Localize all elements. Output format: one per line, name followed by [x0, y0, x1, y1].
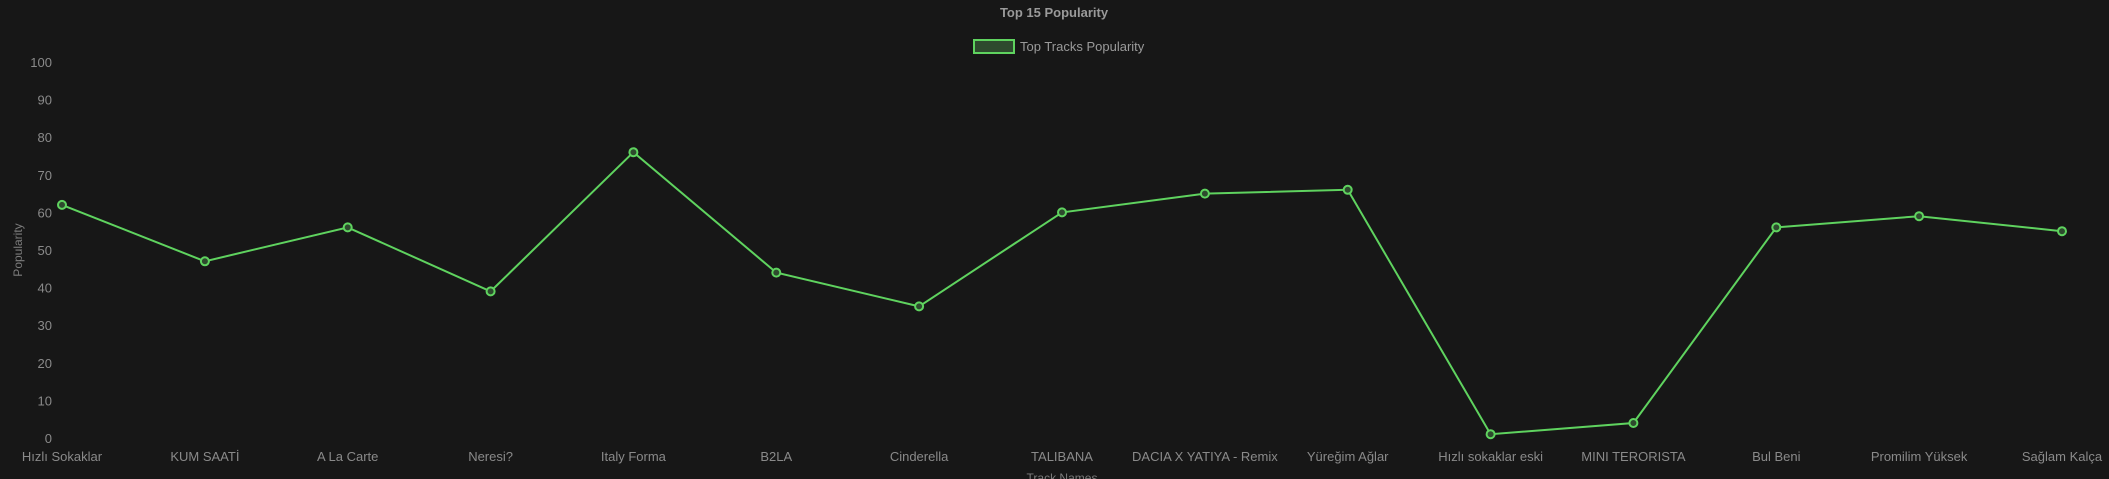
data-point[interactable] [914, 301, 925, 312]
y-tick-label: 40 [38, 281, 52, 296]
x-tick-label: Hızlı Sokaklar [22, 449, 103, 464]
x-tick-label: Neresi? [468, 449, 513, 464]
y-tick-label: 10 [38, 393, 52, 408]
x-tick-label: Italy Forma [601, 449, 667, 464]
x-tick-label: Cinderella [890, 449, 949, 464]
series-line [61, 150, 2063, 436]
data-point[interactable] [199, 256, 210, 267]
x-tick-label: A La Carte [317, 449, 378, 464]
y-tick-label: 20 [38, 356, 52, 371]
x-tick-label: Promilim Yüksek [1871, 449, 1968, 464]
x-tick-label: MINI TERORISTA [1581, 449, 1686, 464]
x-axis-title: Track Names [1027, 471, 1098, 479]
data-point[interactable] [628, 147, 639, 158]
chart-title: Top 15 Popularity [1000, 5, 1109, 20]
x-tick-label: Sağlam Kalça [2022, 449, 2103, 464]
data-point[interactable] [1771, 222, 1782, 233]
x-axis: Hızlı Sokaklar KUM SAATİ A La Carte Neresi?… [22, 449, 2103, 464]
data-point[interactable] [1199, 188, 1210, 199]
data-point[interactable] [485, 286, 496, 297]
data-point[interactable] [1057, 207, 1067, 218]
data-point[interactable] [1485, 429, 1496, 440]
x-tick-label: B2LA [760, 449, 792, 464]
y-axis: 0 10 20 30 40 50 60 70 80 90 100 [30, 55, 52, 446]
y-axis-title: Popularity [11, 223, 25, 276]
legend-swatch [973, 39, 1015, 54]
y-tick-label: 70 [38, 168, 52, 183]
y-tick-label: 90 [38, 93, 52, 108]
series-top-tracks-popularity [57, 147, 2067, 440]
x-tick-label: KUM SAATİ [170, 449, 239, 464]
data-point[interactable] [1342, 184, 1353, 195]
legend[interactable]: Top Tracks Popularity [973, 39, 1145, 54]
legend-label: Top Tracks Popularity [1020, 39, 1145, 54]
x-tick-label: Bul Beni [1752, 449, 1801, 464]
y-tick-label: 100 [30, 55, 52, 70]
data-point[interactable] [2057, 226, 2067, 237]
chart-container: Top 15 Popularity Top Tracks Popularity … [0, 0, 2109, 479]
x-tick-label: DACIA X YATIYA - Remix [1132, 449, 1278, 464]
x-tick-label: Yüreğim Ağlar [1307, 449, 1389, 464]
data-point[interactable] [342, 222, 353, 233]
data-point[interactable] [1628, 418, 1639, 428]
y-tick-label: 50 [38, 243, 52, 258]
y-tick-label: 80 [38, 130, 52, 145]
y-tick-label: 60 [38, 205, 52, 220]
data-point[interactable] [771, 267, 782, 278]
y-tick-label: 0 [45, 431, 52, 446]
y-tick-label: 30 [38, 318, 52, 333]
data-point[interactable] [57, 199, 67, 210]
x-tick-label: TALIBANA [1031, 449, 1093, 464]
x-tick-label: Hızlı sokaklar eski [1438, 449, 1543, 464]
data-point[interactable] [1914, 211, 1925, 222]
line-chart: Top 15 Popularity Top Tracks Popularity … [11, 5, 2103, 479]
